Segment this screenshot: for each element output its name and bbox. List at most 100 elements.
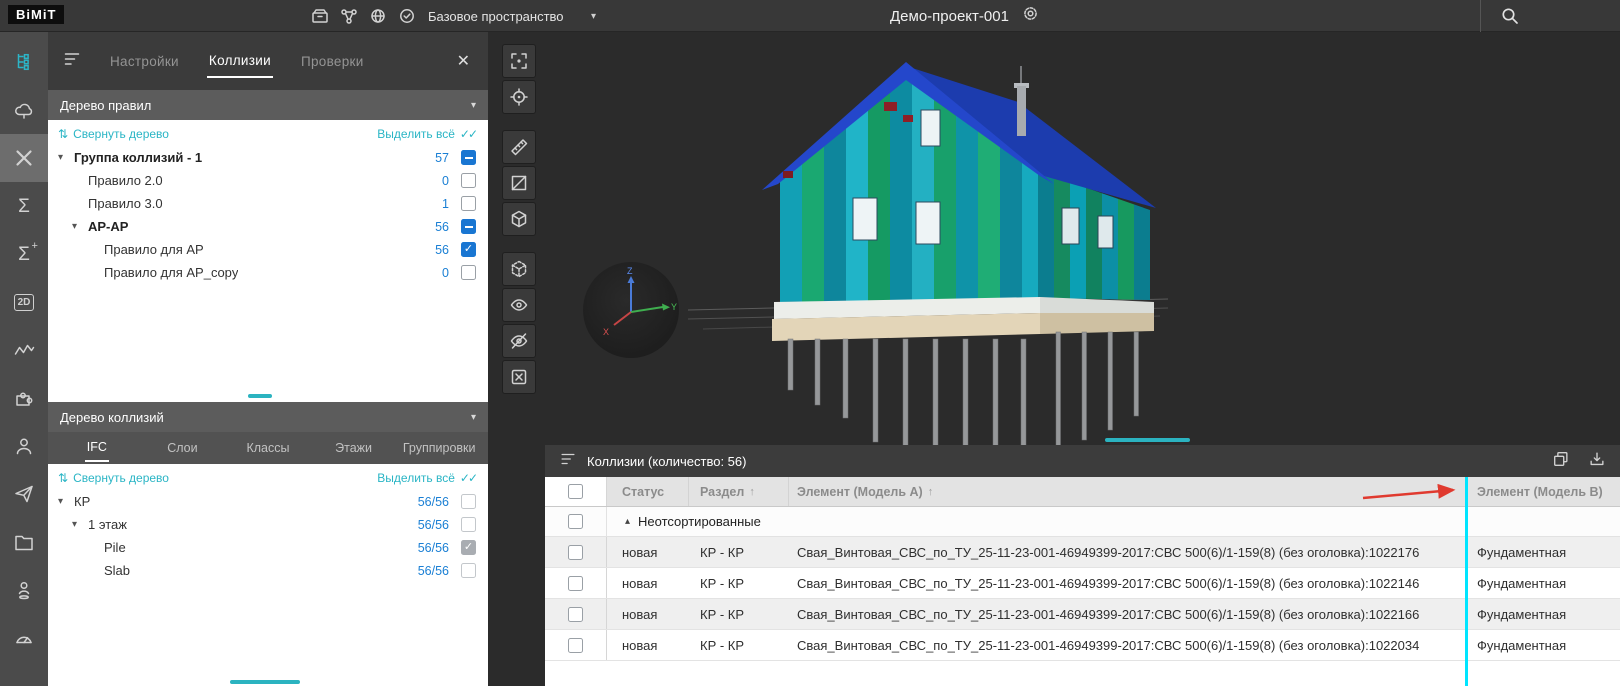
globe-icon[interactable]: [368, 6, 388, 26]
tree-item[interactable]: КР 56/56: [48, 490, 488, 513]
collisions-section-header[interactable]: Дерево коллизий ▾: [48, 402, 488, 432]
sidebar-item-collisions[interactable]: [0, 134, 48, 182]
row-checkbox[interactable]: [568, 576, 583, 591]
sidebar-item-graphs[interactable]: [0, 326, 48, 374]
tree-item-count: 56/56: [418, 495, 449, 509]
group-checkbox[interactable]: [568, 514, 583, 529]
tree-item-checkbox[interactable]: [461, 494, 476, 509]
tree-item[interactable]: 1 этаж 56/56: [48, 513, 488, 536]
sidebar-item-users[interactable]: [0, 422, 48, 470]
select-all-checkbox[interactable]: [568, 484, 583, 499]
select-all-link[interactable]: Выделить всё: [377, 471, 476, 485]
tree-item[interactable]: Правило для АР_copy 0: [48, 261, 488, 284]
table-row[interactable]: новая КР - КР Свая_Винтовая_СВС_по_ТУ_25…: [545, 630, 1620, 661]
hide-elements-button[interactable]: [502, 324, 536, 358]
row-checkbox[interactable]: [568, 607, 583, 622]
row-checkbox[interactable]: [568, 638, 583, 653]
caret-down-icon[interactable]: [72, 221, 88, 232]
export-icon[interactable]: [1588, 450, 1606, 473]
sidebar-item-sum[interactable]: Σ: [0, 182, 48, 230]
focus-selection-button[interactable]: [502, 44, 536, 78]
center-view-button[interactable]: [502, 80, 536, 114]
tree-item[interactable]: Pile 56/56: [48, 536, 488, 559]
navigation-gizmo[interactable]: Z Y X: [583, 262, 679, 358]
cell-element-a: Свая_Винтовая_СВС_по_ТУ_25-11-23-001-469…: [789, 630, 1465, 660]
tab-settings[interactable]: Настройки: [108, 46, 181, 77]
cell-status: новая: [607, 568, 689, 598]
tree-item-checkbox[interactable]: [461, 563, 476, 578]
filter-sort-icon[interactable]: [62, 49, 82, 74]
project-settings-gear-icon[interactable]: [1021, 4, 1040, 28]
tree-item-checkbox[interactable]: [461, 242, 476, 257]
sidebar-item-model-tree[interactable]: [0, 38, 48, 86]
subtab-floors[interactable]: Этажи: [311, 435, 397, 461]
table-row[interactable]: новая КР - КР Свая_Винтовая_СВС_по_ТУ_25…: [545, 568, 1620, 599]
horizontal-scrollbar-thumb[interactable]: [248, 394, 272, 398]
tree-item[interactable]: Правило 2.0 0: [48, 169, 488, 192]
select-all-link[interactable]: Выделить всё: [377, 127, 476, 141]
rules-section-header[interactable]: Дерево правил ▾: [48, 90, 488, 120]
search-icon[interactable]: [1500, 6, 1520, 31]
column-status[interactable]: Статус: [607, 477, 689, 506]
caret-down-icon[interactable]: [58, 152, 74, 163]
table-row[interactable]: новая КР - КР Свая_Винтовая_СВС_по_ТУ_25…: [545, 537, 1620, 568]
tab-checks[interactable]: Проверки: [299, 46, 366, 77]
caret-down-icon[interactable]: [72, 519, 88, 530]
tree-item[interactable]: Правило 3.0 1: [48, 192, 488, 215]
duplicate-icon[interactable]: [1552, 450, 1570, 473]
clip-volume-button[interactable]: [502, 252, 536, 286]
caret-down-icon[interactable]: [58, 496, 74, 507]
archive-icon[interactable]: [310, 6, 330, 26]
collapse-group-icon[interactable]: [625, 516, 630, 527]
left-toolbar: Σ Σ 2D: [0, 32, 48, 686]
sidebar-item-plugins[interactable]: [0, 374, 48, 422]
tree-item[interactable]: Slab 56/56: [48, 559, 488, 582]
table-group-row[interactable]: Неотсортированные: [545, 507, 1620, 537]
tree-item[interactable]: Правило для АР 56: [48, 238, 488, 261]
sidebar-item-2d[interactable]: 2D: [0, 278, 48, 326]
section-plane-button[interactable]: [502, 166, 536, 200]
sidebar-item-sum-plus[interactable]: Σ: [0, 230, 48, 278]
collapse-tree-link[interactable]: Свернуть дерево: [58, 471, 169, 485]
table-row[interactable]: новая КР - КР Свая_Винтовая_СВС_по_ТУ_25…: [545, 599, 1620, 630]
app: BiMiT Базовое пространство ▾ Демо-проект…: [0, 0, 1620, 686]
tree-item-label: Правило 3.0: [88, 196, 163, 211]
collapse-tree-link[interactable]: Свернуть дерево: [58, 127, 169, 141]
sidebar-item-files[interactable]: [0, 518, 48, 566]
tree-item-checkbox[interactable]: [461, 196, 476, 211]
tree-item-checkbox[interactable]: [461, 219, 476, 234]
workspace-dropdown[interactable]: Базовое пространство ▾: [428, 0, 596, 32]
tab-collisions[interactable]: Коллизии: [207, 45, 273, 78]
tree-item[interactable]: Группа коллизий - 1 57: [48, 146, 488, 169]
sidebar-item-point-clouds[interactable]: [0, 86, 48, 134]
clear-selection-button[interactable]: [502, 360, 536, 394]
tree-item[interactable]: АР-АР 56: [48, 215, 488, 238]
sidebar-item-user-location[interactable]: [0, 566, 48, 614]
subtab-ifc[interactable]: IFC: [54, 434, 140, 462]
close-icon[interactable]: ✕: [453, 51, 474, 71]
sidebar-item-dashboard[interactable]: [0, 614, 48, 662]
tree-item-checkbox[interactable]: [461, 540, 476, 555]
filter-sort-icon[interactable]: [559, 450, 577, 473]
tree-item-checkbox[interactable]: [461, 173, 476, 188]
tree-item-checkbox[interactable]: [461, 150, 476, 165]
sidebar-item-share[interactable]: [0, 470, 48, 518]
horizontal-scrollbar-thumb[interactable]: [230, 680, 300, 684]
collaboration-icon[interactable]: [339, 6, 359, 26]
cube-view-button[interactable]: [502, 202, 536, 236]
row-checkbox[interactable]: [568, 545, 583, 560]
horizontal-scrollbar-thumb[interactable]: [1105, 438, 1190, 442]
column-element-b[interactable]: Элемент (Модель B): [1465, 477, 1620, 506]
subtab-layers[interactable]: Слои: [140, 435, 226, 461]
axis-z-label: Z: [627, 266, 633, 276]
subtab-groupings[interactable]: Группировки: [396, 435, 482, 461]
project-title: Демо-проект-001: [890, 8, 1009, 25]
show-elements-button[interactable]: [502, 288, 536, 322]
measure-button[interactable]: [502, 130, 536, 164]
tree-item-checkbox[interactable]: [461, 265, 476, 280]
subtab-classes[interactable]: Классы: [225, 435, 311, 461]
column-section[interactable]: Раздел: [689, 477, 789, 506]
collision-table-panel: Коллизии (количество: 56) Статус Раздел …: [545, 445, 1620, 686]
tree-item-checkbox[interactable]: [461, 517, 476, 532]
check-circle-icon[interactable]: [397, 6, 417, 26]
